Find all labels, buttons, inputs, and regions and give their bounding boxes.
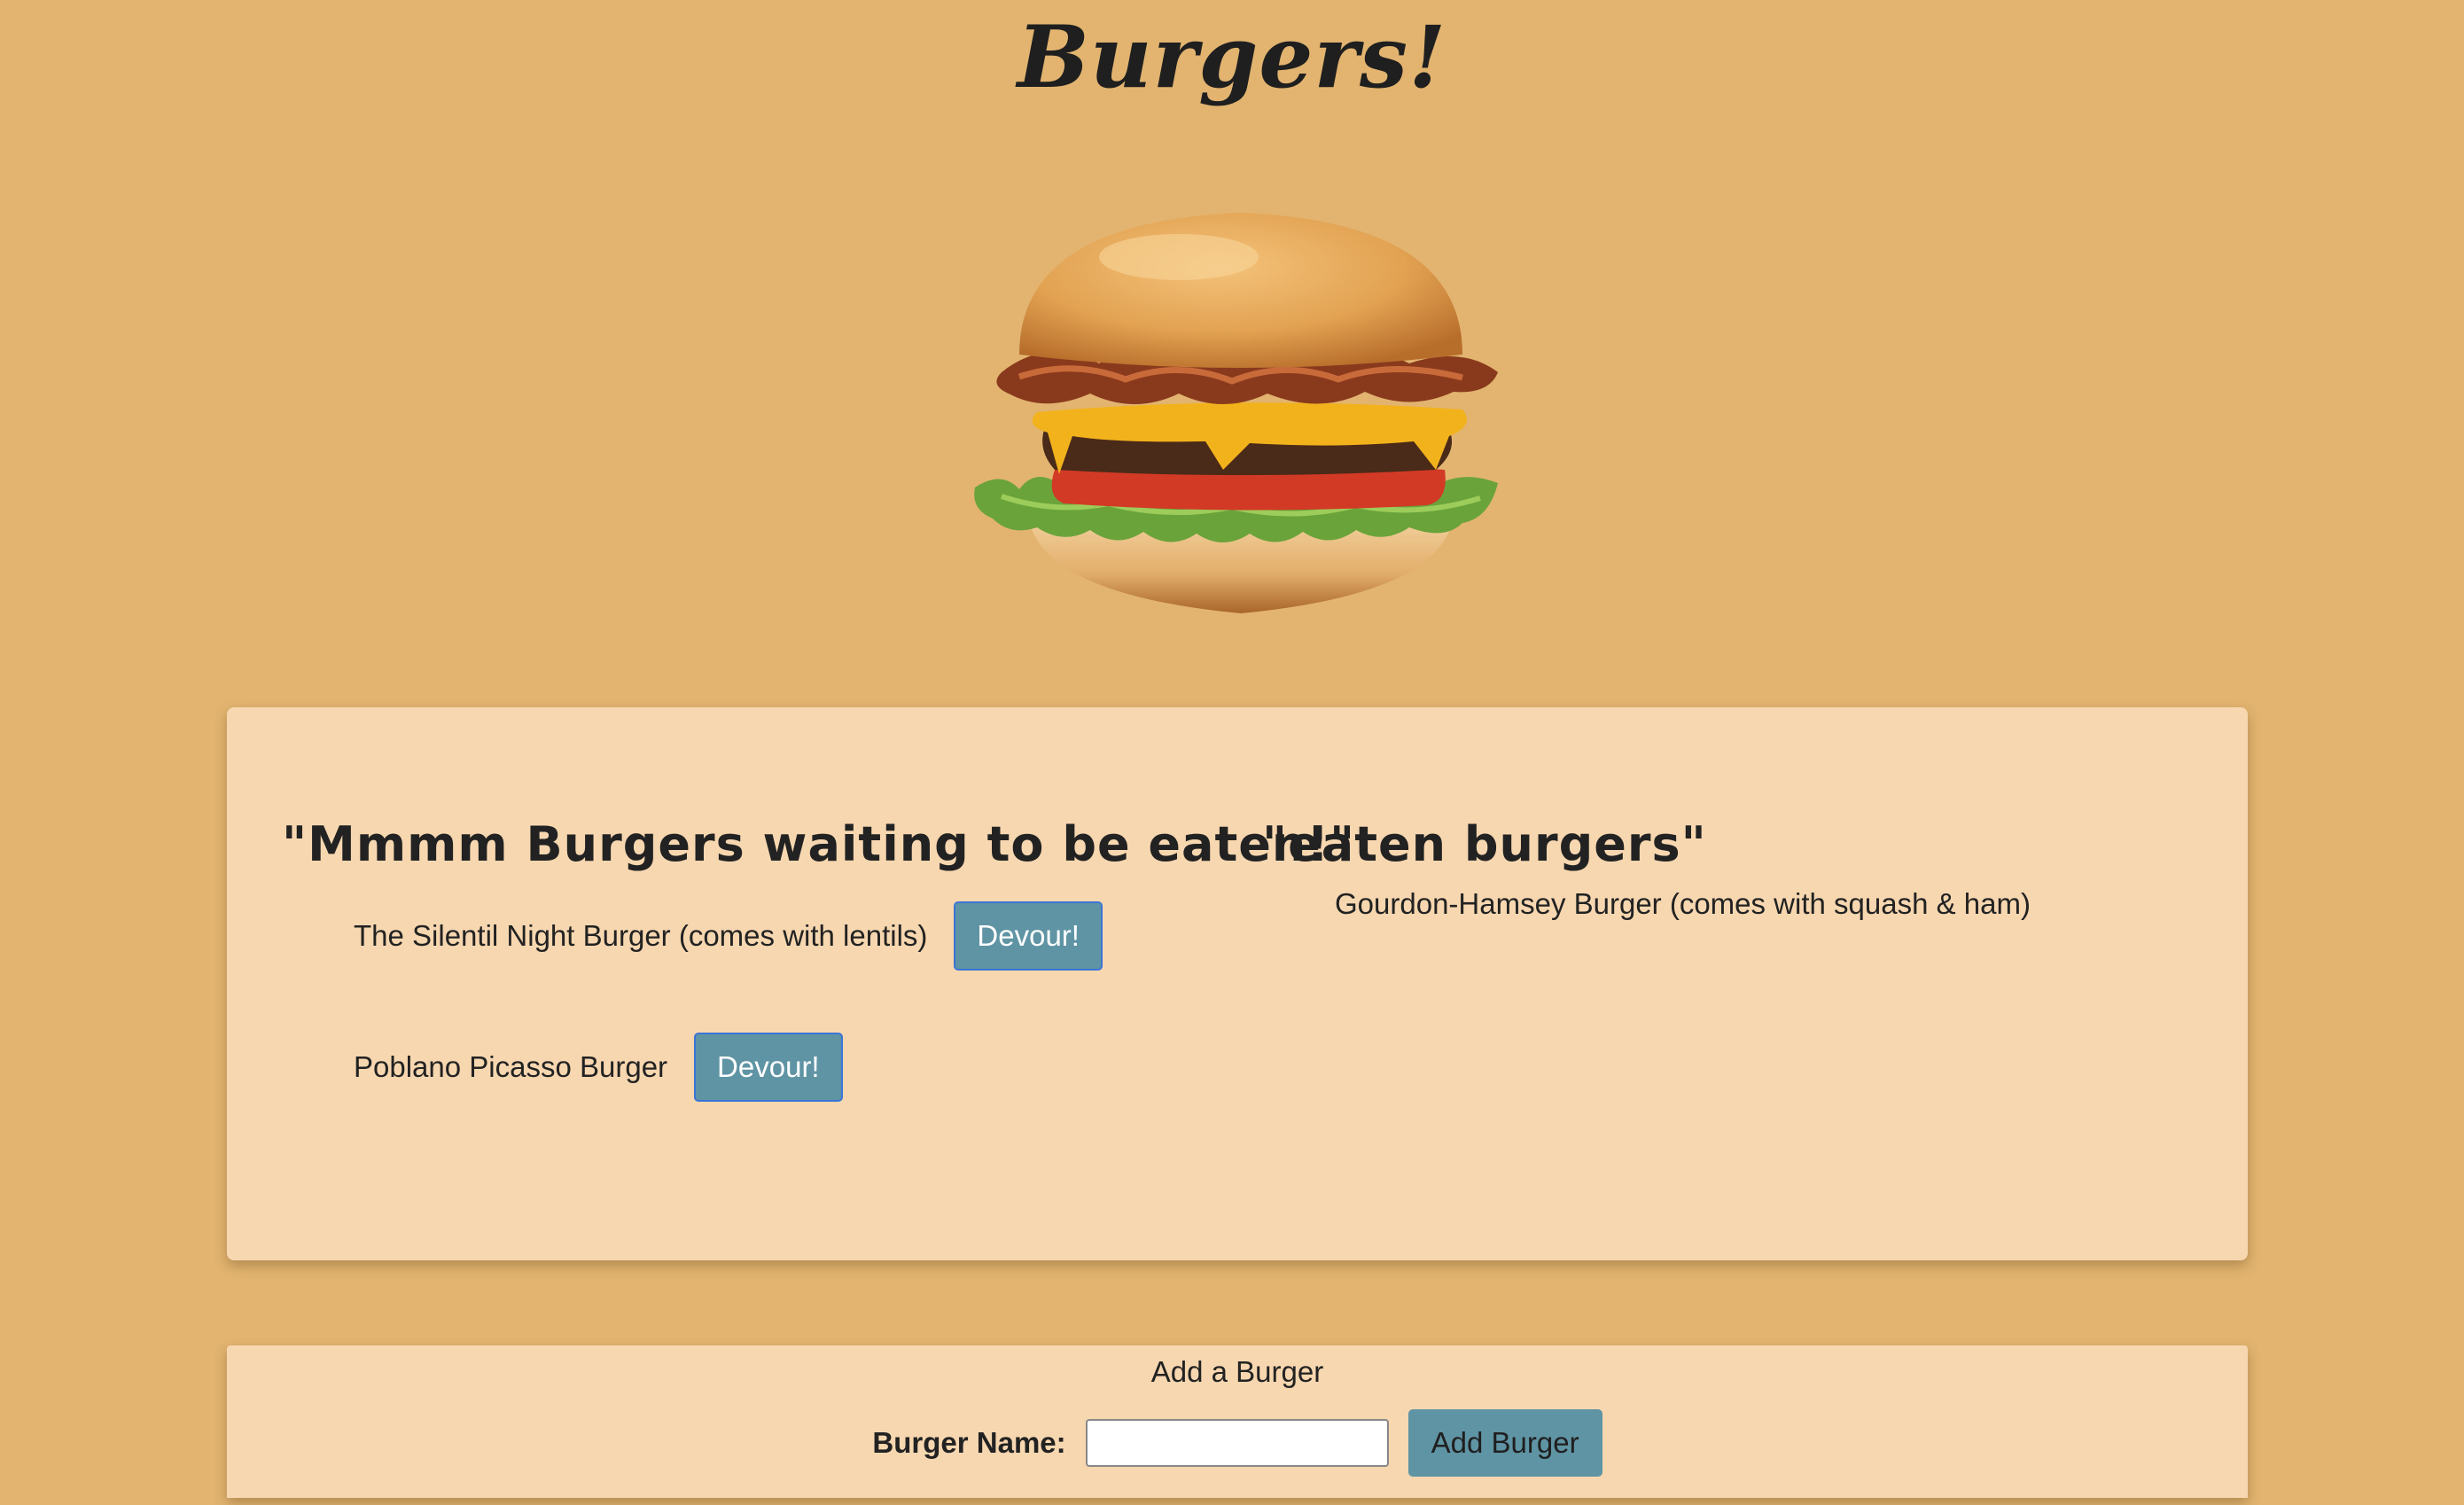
list-item: The Silentil Night Burger (comes with le… (354, 901, 1103, 971)
burger-name-input[interactable] (1085, 1419, 1389, 1467)
eaten-burger-name: Gourdon-Hamsey Burger (comes with squash… (1335, 887, 2031, 920)
burger-hero-image (966, 204, 1516, 620)
list-item: Poblano Picasso Burger Devour! (354, 1032, 843, 1103)
devour-button[interactable]: Devour! (954, 901, 1103, 971)
burger-name-label: Burger Name: (872, 1426, 1066, 1459)
burger-name: The Silentil Night Burger (comes with le… (354, 919, 928, 952)
burger-lists-panel: "Mmmm Burgers waiting to be eaten!" "eat… (227, 707, 2248, 1260)
burger-illustration (974, 213, 1498, 613)
burger-name: Poblano Picasso Burger (354, 1050, 668, 1083)
eaten-list-item: Gourdon-Hamsey Burger (comes with squash… (1335, 885, 2031, 924)
eaten-list-title: "eaten burgers" (1262, 816, 1707, 872)
page-title: Burgers! (1017, 7, 1447, 107)
devour-button[interactable]: Devour! (694, 1033, 843, 1102)
add-burger-title: Add a Burger (1150, 1355, 1324, 1388)
add-burger-button[interactable]: Add Burger (1407, 1409, 1602, 1477)
waiting-list-title: "Mmmm Burgers waiting to be eaten!" (282, 816, 1356, 872)
add-burger-form: Burger Name: Add Burger (227, 1409, 2248, 1477)
add-burger-panel: Add a Burger Burger Name: Add Burger (227, 1345, 2248, 1498)
